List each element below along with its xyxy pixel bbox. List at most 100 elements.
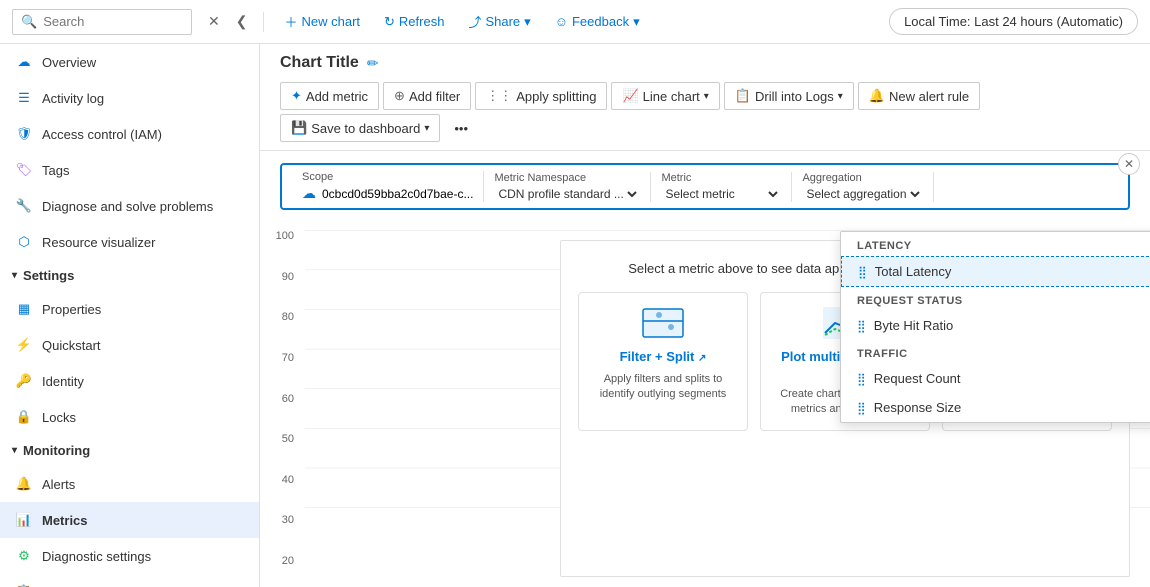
dropdown-section-header: REQUEST STATUS [841,287,1150,311]
divider [263,12,264,32]
y-axis-label: 30 [260,514,300,526]
edit-title-icon[interactable]: ✏ [367,55,379,72]
sidebar-item-diagnostic[interactable]: ⚙ Diagnostic settings [0,538,259,574]
metric-item-icon: ⣿ [857,319,866,333]
tag-icon: 🏷 [16,162,32,178]
y-axis-label: 50 [260,433,300,445]
refresh-icon: ↻ [384,14,395,30]
sidebar-item-label: Resource visualizer [42,235,155,250]
y-axis-label: 80 [260,311,300,323]
search-box[interactable]: 🔍 [12,9,192,35]
section-label: Settings [23,268,74,283]
sidebar-item-label: Access control (IAM) [42,127,162,142]
sidebar-item-access-control[interactable]: 🛡 Access control (IAM) [0,116,259,152]
external-link-icon: ↗ [698,353,706,364]
y-axis-label: 100 [260,230,300,242]
save-to-dashboard-button[interactable]: 💾 Save to dashboard ▾ [280,114,440,142]
info-card-image [639,305,687,341]
info-card-desc: Apply filters and splits to identify out… [595,372,731,403]
plus-icon: ＋ [284,12,297,31]
more-button[interactable]: ••• [444,116,478,141]
key-icon: 🔑 [16,373,32,389]
new-alert-rule-button[interactable]: 🔔 New alert rule [858,82,980,110]
sidebar-item-diagnose[interactable]: 🔧 Diagnose and solve problems [0,188,259,224]
sidebar-item-label: Overview [42,55,96,70]
share-button[interactable]: ⤴ Share ▾ [460,8,538,35]
sidebar-item-tags[interactable]: 🏷 Tags [0,152,259,188]
diagram-icon: ⬡ [16,234,32,250]
split-icon: ⋮⋮ [486,88,512,104]
metric-select[interactable]: Select metric [661,186,781,202]
sidebar-item-quickstart[interactable]: ⚡ Quickstart [0,327,259,363]
remove-metric-row-button[interactable]: ✕ [1118,153,1140,175]
share-icon: ⤴ [468,12,481,31]
feedback-button[interactable]: ☺ Feedback ▾ [547,10,648,34]
y-axis-label: 90 [260,271,300,283]
search-icon: 🔍 [21,14,37,30]
sidebar-item-locks[interactable]: 🔒 Locks [0,399,259,435]
namespace-select[interactable]: CDN profile standard ... [494,186,640,202]
metric-row: Scope ☁ 0cbcd0d59bba2c0d7bae-c... Metric… [280,163,1130,210]
close-search-icon[interactable]: ✕ [204,9,224,34]
sidebar-section-settings-header[interactable]: ▾ Settings [0,260,259,291]
bell-icon: 🔔 [16,476,32,492]
scope-cloud-icon: ☁ [302,185,316,202]
add-filter-button[interactable]: ⊕ Add filter [383,82,471,110]
info-card-filter-split[interactable]: Filter + Split ↗ Apply filters and split… [578,292,748,431]
sidebar-item-overview[interactable]: ☁ Overview [0,44,259,80]
metric-item-icon: ⣿ [857,401,866,415]
section-chevron-icon: ▾ [12,270,17,281]
sidebar: ☁ Overview☰ Activity log🛡 Access control… [0,44,260,587]
y-axis-label: 40 [260,474,300,486]
line-chart-button[interactable]: 📈 Line chart ▾ [611,82,719,110]
sidebar-item-label: Diagnose and solve problems [42,199,213,214]
sidebar-item-identity[interactable]: 🔑 Identity [0,363,259,399]
chart-title: Chart Title [280,54,359,72]
metric-row-container: Scope ☁ 0cbcd0d59bba2c0d7bae-c... Metric… [260,151,1150,210]
feedback-icon: ☺ [555,14,568,29]
sidebar-item-label: Diagnostic settings [42,549,151,564]
info-card-link[interactable]: Filter + Split [620,349,695,364]
dropdown-metric-item[interactable]: ⣿ Total Latency [841,256,1150,287]
drill-into-logs-button[interactable]: 📋 Drill into Logs ▾ [724,82,854,110]
drill-icon: 📋 [735,88,751,104]
y-axis-label: 70 [260,352,300,364]
sidebar-item-label: Metrics [42,513,88,528]
sidebar-item-label: Identity [42,374,84,389]
metric-item-icon: ⣿ [857,372,866,386]
search-input[interactable] [43,14,183,29]
apply-splitting-button[interactable]: ⋮⋮ Apply splitting [475,82,607,110]
dropdown-metric-item[interactable]: ⣿ Byte Hit Ratio [841,311,1150,340]
sidebar-item-logs[interactable]: 📋 Logs [0,574,259,587]
refresh-button[interactable]: ↻ Refresh [376,10,452,34]
dropdown-metric-item[interactable]: ⣿ Request Count [841,364,1150,393]
list-icon: ☰ [16,90,32,106]
wrench-icon: 🔧 [16,198,32,214]
sidebar-item-metrics[interactable]: 📊 Metrics [0,502,259,538]
time-range-button[interactable]: Local Time: Last 24 hours (Automatic) [889,8,1138,35]
cloud-icon: ☁ [16,54,32,70]
dropdown-metric-item[interactable]: ⣿ Response Size [841,393,1150,422]
sidebar-item-label: Locks [42,410,76,425]
sidebar-item-label: Activity log [42,91,104,106]
add-metric-button[interactable]: ✦ Add metric [280,82,379,110]
metric-dropdown: LATENCY⣿ Total LatencyREQUEST STATUS⣿ By… [840,231,1150,423]
namespace-cell: Metric Namespace CDN profile standard ..… [484,172,651,202]
collapse-sidebar-icon[interactable]: ❮ [232,9,252,34]
chart-title-bar: Chart Title ✏ [260,44,1150,78]
y-axis-label: 60 [260,393,300,405]
gear-icon: ⚙ [16,548,32,564]
alert-icon: 🔔 [869,88,885,104]
sidebar-item-alerts[interactable]: 🔔 Alerts [0,466,259,502]
sidebar-item-properties[interactable]: ▦ Properties [0,291,259,327]
aggregation-select[interactable]: Select aggregation [802,186,923,202]
sidebar-section-monitoring-header[interactable]: ▾ Monitoring [0,435,259,466]
sidebar-item-activity-log[interactable]: ☰ Activity log [0,80,259,116]
drill-chevron-icon: ▾ [838,91,843,102]
metric-item-icon: ⣿ [858,265,867,279]
main-layout: ☁ Overview☰ Activity log🛡 Access control… [0,44,1150,587]
new-chart-button[interactable]: ＋ New chart [276,8,368,35]
sidebar-item-label: Properties [42,302,101,317]
metric-item-label: Response Size [874,400,961,415]
sidebar-item-resource-visualizer[interactable]: ⬡ Resource visualizer [0,224,259,260]
